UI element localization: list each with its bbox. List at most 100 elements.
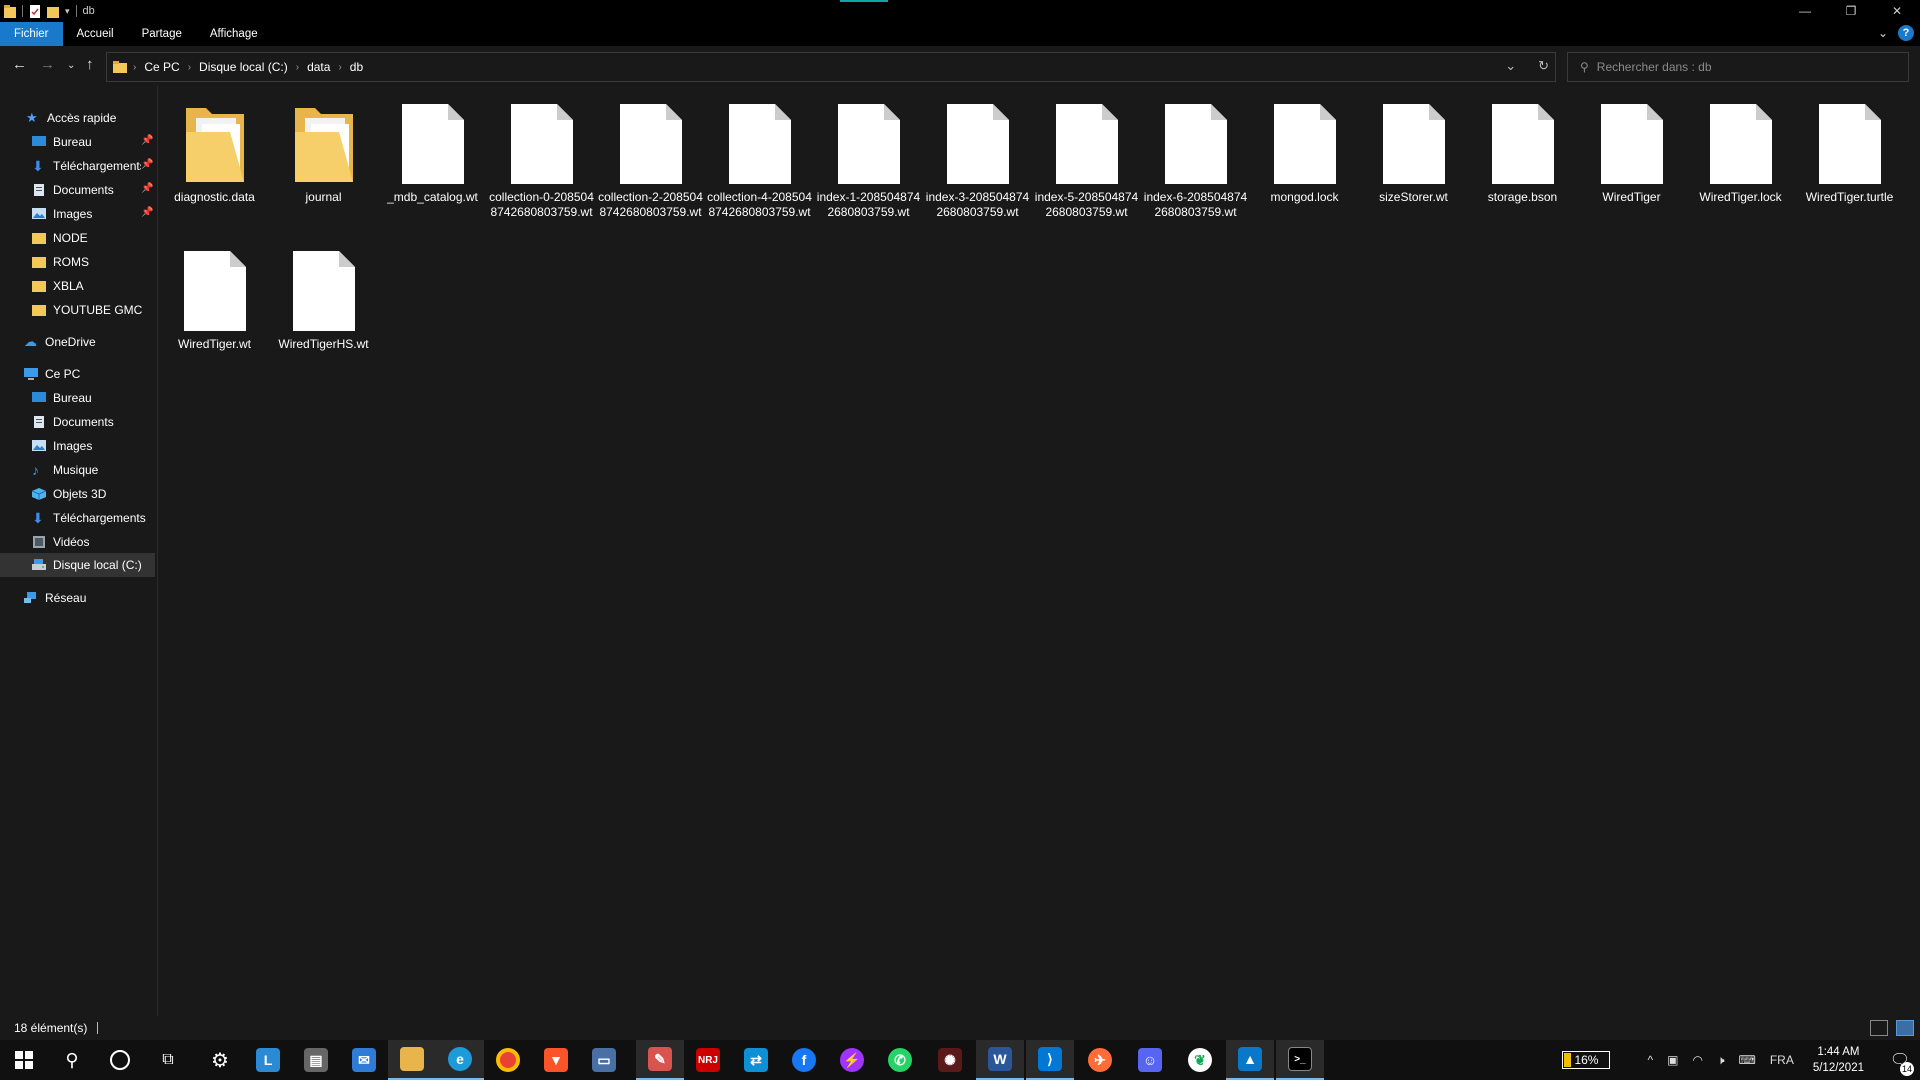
taskbar-app-edge[interactable]: e [436,1040,484,1080]
taskbar-app-facebook[interactable]: f [780,1040,828,1080]
taskbar-app-printer[interactable]: ▭ [580,1040,628,1080]
language-indicator[interactable]: FRA [1770,1053,1794,1067]
sidebar-item-reseau[interactable]: Réseau [24,587,86,609]
crumb-data[interactable]: data [307,60,330,74]
crumb-ce-pc[interactable]: Ce PC [144,60,179,74]
pin-icon[interactable]: 📌 [141,135,153,146]
sidebar-item-images[interactable]: Images [32,203,92,225]
sidebar-item-pc-objets-3d[interactable]: Objets 3D [32,483,106,505]
tab-fichier[interactable]: Fichier [0,22,63,46]
large-icons-view-button[interactable] [1896,1020,1914,1036]
sidebar-item-pc-images[interactable]: Images [32,435,92,457]
properties-icon[interactable] [29,4,41,18]
sidebar-item-pc-documents[interactable]: Documents [32,411,114,433]
file-item[interactable]: index-3-2085048742680803759.wt [923,102,1032,220]
sidebar-item-documents[interactable]: Documents [32,179,114,201]
sidebar-item-youtube-gmc[interactable]: YOUTUBE GMC [32,299,142,321]
file-item[interactable]: sizeStorer.wt [1359,102,1468,205]
taskbar-app-whatsapp[interactable]: ✆ [876,1040,924,1080]
file-item[interactable]: _mdb_catalog.wt [378,102,487,205]
sidebar-item-pc-bureau[interactable]: Bureau [32,387,92,409]
sidebar-item-roms[interactable]: ROMS [32,251,89,273]
restore-button[interactable]: ❐ [1828,0,1874,22]
file-item[interactable]: collection-0-2085048742680803759.wt [487,102,596,220]
taskbar-app-word[interactable]: W [976,1040,1024,1080]
file-item[interactable]: WiredTigerHS.wt [269,249,378,352]
recent-locations-button[interactable]: ⌄ [67,60,75,71]
file-item[interactable]: WiredTiger.lock [1686,102,1795,205]
taskbar-app-nrj[interactable]: NRJ [684,1040,732,1080]
back-button[interactable]: ← [12,56,27,73]
sidebar-item-bureau[interactable]: Bureau [32,131,92,153]
pin-icon[interactable]: 📌 [141,159,153,170]
taskbar-app-vscode[interactable]: ⟩ [1026,1040,1074,1080]
sidebar-item-pc-musique[interactable]: ♪ Musique [32,459,98,481]
address-bar[interactable]: › Ce PC › Disque local (C:) › data › db … [106,52,1556,82]
taskbar-app-settings[interactable]: ⚙ [196,1040,244,1080]
customize-toolbar-icon[interactable]: ▾ [65,6,70,17]
taskbar-app-tool[interactable]: ✎ [636,1040,684,1080]
forward-button[interactable]: → [40,56,55,73]
taskbar-app-explorer[interactable] [388,1040,436,1080]
wifi-icon[interactable]: ◠ [1692,1053,1702,1067]
taskbar-app-teamviewer[interactable]: ⇄ [732,1040,780,1080]
search-button[interactable]: ⚲ [48,1040,96,1080]
file-item[interactable]: mongod.lock [1250,102,1359,205]
sidebar-item-telechargements[interactable]: ⬇ Téléchargements [32,155,141,177]
taskbar-app-brave[interactable]: ▼ [532,1040,580,1080]
sidebar-item-pc-videos[interactable]: Vidéos [32,531,89,553]
close-button[interactable]: ✕ [1874,0,1920,22]
device-icon[interactable]: ▣ [1667,1053,1678,1067]
start-button[interactable] [0,1040,48,1080]
details-view-button[interactable] [1870,1020,1888,1036]
file-item[interactable]: collection-2-2085048742680803759.wt [596,102,705,220]
sidebar-item-node[interactable]: NODE [32,227,88,249]
search-input[interactable]: ⚲ Rechercher dans : db [1567,52,1909,82]
up-button[interactable]: ↑ [86,56,94,73]
chevron-right-icon[interactable]: › [338,62,341,73]
file-item[interactable]: diagnostic.data [160,102,269,205]
minimize-button[interactable]: — [1782,0,1828,22]
tab-affichage[interactable]: Affichage [196,22,272,46]
sidebar-item-disque-local[interactable]: Disque local (C:) [0,553,155,577]
cortana-button[interactable] [96,1040,144,1080]
file-item[interactable]: WiredTiger [1577,102,1686,205]
task-view-button[interactable]: ⧉ [144,1040,192,1080]
file-item[interactable]: WiredTiger.turtle [1795,102,1904,205]
battery-indicator[interactable]: 16% [1562,1051,1611,1069]
new-folder-icon[interactable] [47,5,59,18]
taskbar-app-mail[interactable]: ✉ [340,1040,388,1080]
file-item[interactable]: index-6-2085048742680803759.wt [1141,102,1250,220]
sidebar-item-acces-rapide[interactable]: ★ Accès rapide [26,107,116,129]
pin-icon[interactable]: 📌 [141,183,153,194]
help-icon[interactable]: ? [1898,25,1914,41]
crumb-db[interactable]: db [350,60,363,74]
taskbar-app-store[interactable]: ▤ [292,1040,340,1080]
chevron-right-icon[interactable]: › [188,62,191,73]
action-center-button[interactable]: 🗨 14 [1880,1040,1920,1080]
speaker-icon[interactable]: 🕨 [1717,1053,1725,1068]
file-item[interactable]: index-5-2085048742680803759.wt [1032,102,1141,220]
crumb-disque-local[interactable]: Disque local (C:) [199,60,288,74]
clock[interactable]: 1:44 AM 5/12/2021 [1813,1044,1864,1076]
sidebar-item-onedrive[interactable]: ☁ OneDrive [24,331,96,353]
file-item[interactable]: index-1-2085048742680803759.wt [814,102,923,220]
chevron-up-icon[interactable]: ^ [1647,1053,1653,1067]
sidebar-item-pc-telechargements[interactable]: ⬇ Téléchargements [32,507,146,529]
chevron-right-icon[interactable]: › [296,62,299,73]
chevron-down-icon[interactable]: ⌄ [1505,58,1516,74]
tab-accueil[interactable]: Accueil [63,22,128,46]
taskbar-app-dark[interactable]: ✺ [926,1040,974,1080]
tab-partage[interactable]: Partage [128,22,196,46]
taskbar-app-l[interactable]: L [244,1040,292,1080]
file-item[interactable]: WiredTiger.wt [160,249,269,352]
taskbar-app-photos[interactable]: ▲ [1226,1040,1274,1080]
file-item[interactable]: collection-4-2085048742680803759.wt [705,102,814,220]
taskbar-app-chrome[interactable] [484,1040,532,1080]
taskbar-app-terminal[interactable]: >_ [1276,1040,1324,1080]
taskbar-app-messenger[interactable]: ⚡ [828,1040,876,1080]
expand-ribbon-icon[interactable]: ⌄ [1878,26,1888,40]
file-item[interactable]: journal [269,102,378,205]
file-item[interactable]: storage.bson [1468,102,1577,205]
sidebar-item-ce-pc[interactable]: Ce PC [24,363,80,385]
